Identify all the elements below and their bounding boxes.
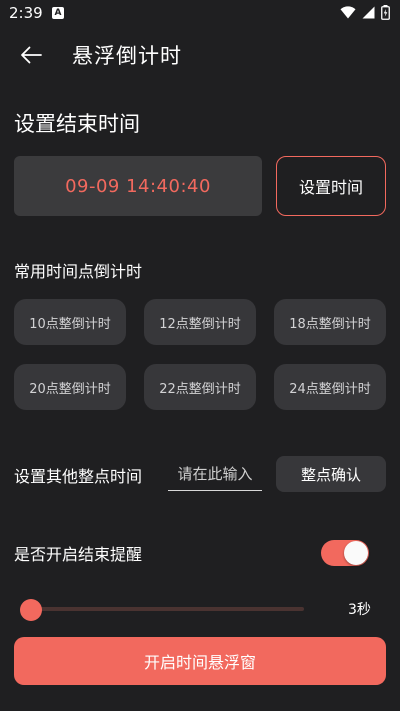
presets-title: 常用时间点倒计时 (14, 262, 143, 281)
end-time-section-title: 设置结束时间 (14, 112, 140, 136)
toggle-knob (344, 541, 368, 565)
hour-confirm-button[interactable]: 整点确认 (276, 456, 386, 492)
preset-22-button[interactable]: 22点整倒计时 (144, 364, 256, 410)
preset-18-button[interactable]: 18点整倒计时 (274, 299, 386, 345)
other-hour-label: 设置其他整点时间 (14, 467, 143, 486)
other-hour-input[interactable] (168, 457, 262, 491)
reminder-duration-slider[interactable] (30, 607, 304, 611)
app-screen: 2:39 A 悬浮倒计时 设置结束时间 09-09 14:40:40 设置时间 (0, 0, 400, 711)
page-title: 悬浮倒计时 (72, 44, 182, 68)
reminder-label: 是否开启结束提醒 (14, 545, 143, 564)
reminder-toggle[interactable] (321, 540, 369, 566)
status-time: 2:39 (9, 4, 43, 22)
status-icons (340, 5, 390, 20)
app-bar: 悬浮倒计时 (0, 28, 400, 82)
status-bar: 2:39 A (0, 0, 400, 28)
signal-icon (362, 6, 375, 19)
notification-icon: A (52, 7, 64, 19)
battery-icon (381, 5, 390, 20)
back-button[interactable] (14, 38, 48, 72)
end-time-display: 09-09 14:40:40 (14, 156, 262, 216)
preset-20-button[interactable]: 20点整倒计时 (14, 364, 126, 410)
preset-24-button[interactable]: 24点整倒计时 (274, 364, 386, 410)
start-floating-window-button[interactable]: 开启时间悬浮窗 (14, 637, 386, 685)
preset-10-button[interactable]: 10点整倒计时 (14, 299, 126, 345)
set-time-button[interactable]: 设置时间 (276, 156, 386, 216)
slider-value: 3秒 (348, 602, 371, 618)
wifi-icon (340, 6, 356, 19)
arrow-left-icon (21, 46, 42, 64)
slider-thumb[interactable] (20, 599, 42, 621)
preset-12-button[interactable]: 12点整倒计时 (144, 299, 256, 345)
